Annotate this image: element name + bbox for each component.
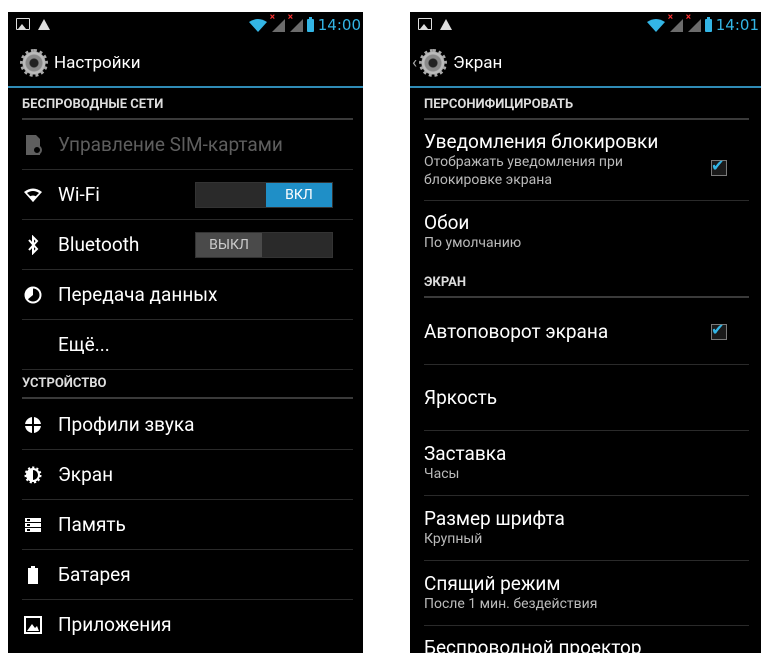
status-time: 14:01: [715, 16, 759, 34]
setting-wallpaper[interactable]: Обои По умолчанию: [424, 201, 749, 265]
toggle-label: ВКЛ: [266, 182, 332, 207]
section-wireless: БЕСПРОВОДНЫЕ СЕТИ: [22, 90, 353, 120]
status-time: 14:00: [317, 16, 361, 34]
setting-summary: Часы: [424, 466, 460, 482]
setting-title: Размер шрифта: [424, 507, 565, 530]
setting-brightness[interactable]: Яркость: [424, 365, 749, 431]
warning-icon: [440, 18, 452, 30]
page-title: Экран: [453, 53, 503, 73]
settings-item-wifi[interactable]: Wi-Fi ВКЛ: [22, 170, 353, 220]
setting-sleep[interactable]: Спящий режим После 1 мин. бездействия: [424, 561, 749, 626]
settings-gear-icon[interactable]: [20, 49, 48, 77]
setting-wireless-display[interactable]: Беспроводной проектор: [424, 626, 749, 653]
signal-sim1-icon: [668, 12, 683, 32]
signal-sim2-icon: [288, 12, 303, 32]
signal-sim2-icon: [686, 12, 701, 32]
settings-screen: 14:00 Настройки БЕСПРОВОДНЫЕ СЕТИ Управл…: [8, 12, 363, 653]
battery-icon: [306, 16, 314, 32]
setting-title: Обои: [424, 211, 470, 234]
status-bar: 14:00: [8, 12, 363, 40]
settings-item-sim[interactable]: Управление SIM-картами: [22, 120, 353, 170]
toggle-label: ВЫКЛ: [196, 232, 262, 257]
settings-item-storage[interactable]: Память: [22, 500, 353, 550]
image-notification-icon: [418, 18, 432, 30]
settings-item-label: Управление SIM-картами: [58, 133, 283, 156]
setting-lock-notifications[interactable]: Уведомления блокировки Отображать уведом…: [424, 122, 749, 201]
setting-title: Заставка: [424, 442, 507, 465]
bluetooth-icon: [22, 234, 44, 256]
display-brightness-icon: [22, 464, 44, 486]
settings-gear-icon[interactable]: [419, 49, 448, 77]
settings-item-label: Передача данных: [58, 283, 218, 306]
setting-summary: Крупный: [424, 531, 483, 547]
setting-font-size[interactable]: Размер шрифта Крупный: [424, 496, 749, 561]
apps-icon: [22, 614, 44, 636]
settings-item-label: Ещё...: [58, 333, 110, 356]
page-title: Настройки: [54, 53, 141, 73]
wifi-status-icon: [646, 18, 665, 32]
section-device: УСТРОЙСТВО: [22, 369, 353, 399]
setting-summary: Отображать уведомления при блокировке эк…: [424, 154, 623, 188]
action-bar[interactable]: ‹ Экран: [410, 40, 761, 88]
setting-title: Яркость: [424, 386, 498, 409]
settings-item-bluetooth[interactable]: Bluetooth ВЫКЛ: [22, 220, 353, 270]
settings-item-label: Память: [58, 513, 126, 536]
wifi-status-icon: [248, 18, 267, 32]
sound-profiles-icon: [22, 414, 44, 436]
action-bar: Настройки: [8, 40, 363, 88]
settings-item-label: Wi-Fi: [58, 183, 100, 206]
settings-item-apps[interactable]: Приложения: [22, 600, 353, 649]
storage-icon: [22, 514, 44, 536]
settings-item-battery[interactable]: Батарея: [22, 550, 353, 600]
settings-item-label: Экран: [58, 463, 114, 486]
back-chevron-icon[interactable]: ‹: [412, 53, 417, 73]
signal-sim1-icon: [270, 12, 285, 32]
setting-title: Спящий режим: [424, 572, 561, 595]
image-notification-icon: [16, 18, 30, 30]
battery-settings-icon: [22, 564, 44, 586]
warning-icon: [38, 18, 50, 30]
bluetooth-toggle[interactable]: ВЫКЛ: [195, 231, 333, 258]
data-usage-icon: [22, 284, 44, 306]
setting-summary: По умолчанию: [424, 235, 522, 251]
settings-item-label: Батарея: [58, 563, 131, 586]
settings-item-display[interactable]: Экран: [22, 450, 353, 500]
setting-title: Беспроводной проектор: [424, 636, 642, 653]
battery-icon: [704, 16, 712, 32]
setting-title: Автоповорот экрана: [424, 320, 609, 343]
settings-item-label: Профили звука: [58, 413, 195, 436]
section-screen: ЭКРАН: [424, 268, 749, 298]
settings-item-sound-profiles[interactable]: Профили звука: [22, 400, 353, 450]
settings-item-label: Bluetooth: [58, 233, 140, 256]
wifi-icon: [22, 184, 44, 206]
setting-daydream[interactable]: Заставка Часы: [424, 431, 749, 496]
section-personalize: ПЕРСОНИФИЦИРОВАТЬ: [424, 90, 749, 120]
settings-item-data-usage[interactable]: Передача данных: [22, 270, 353, 320]
settings-item-more[interactable]: Ещё...: [22, 320, 353, 370]
sim-card-icon: [22, 134, 44, 156]
status-bar: 14:01: [410, 12, 761, 40]
autorotate-checkbox[interactable]: [711, 320, 727, 340]
lock-notifications-checkbox[interactable]: [711, 156, 727, 176]
setting-autorotate[interactable]: Автоповорот экрана: [424, 300, 749, 365]
display-settings-screen: 14:01 ‹ Экран ПЕРСОНИФИЦИРОВАТЬ Уведомле…: [410, 12, 761, 653]
setting-title: Уведомления блокировки: [424, 130, 659, 153]
wifi-toggle[interactable]: ВКЛ: [195, 181, 333, 208]
settings-item-label: Приложения: [58, 613, 172, 636]
setting-summary: После 1 мин. бездействия: [424, 596, 598, 612]
